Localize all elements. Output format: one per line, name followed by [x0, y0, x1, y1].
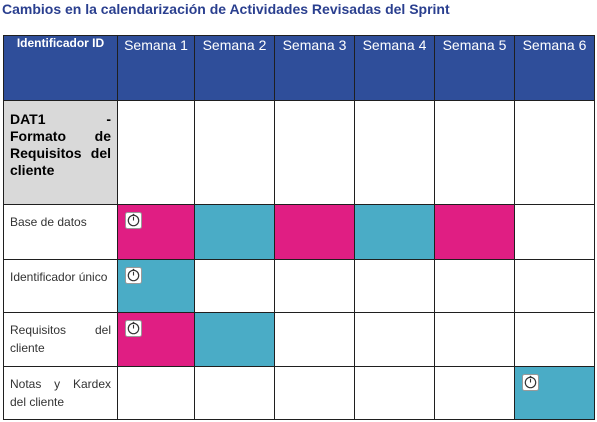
week-5-cell: [434, 259, 515, 313]
activity-row: Base de datos: [3, 204, 595, 260]
week-6-cell: [514, 366, 595, 420]
week-2-cell: [194, 312, 275, 367]
header-week-1: Semana 1: [117, 35, 195, 101]
activity-label: Requisitos del cliente: [3, 312, 118, 367]
week-1-cell: [117, 312, 195, 367]
header-week-2: Semana 2: [194, 35, 275, 101]
header-week-4: Semana 4: [354, 35, 435, 101]
section-empty-cell: [514, 100, 595, 205]
section-empty-cell: [194, 100, 275, 205]
week-5-cell: [434, 366, 515, 420]
week-3-cell: [274, 366, 355, 420]
week-3-cell: [274, 259, 355, 313]
page-title: Cambios en la calendarización de Activid…: [2, 1, 450, 17]
activity-row: Identificador único: [3, 259, 595, 313]
header-id: Identificador ID: [3, 35, 118, 101]
section-empty-cell: [434, 100, 515, 205]
section-empty-cell: [274, 100, 355, 205]
activity-row: Notas y Kardex del cliente: [3, 366, 595, 420]
schedule-table: Identificador ID Semana 1 Semana 2 Seman…: [3, 35, 595, 420]
week-5-cell: [434, 312, 515, 367]
week-3-cell: [274, 312, 355, 367]
week-4-cell: [354, 366, 435, 420]
section-label: DAT1 - Formato de Requisitos del cliente: [3, 100, 118, 205]
section-empty-cell: [117, 100, 195, 205]
activity-label: Identificador único: [3, 259, 118, 313]
week-6-cell: [514, 312, 595, 367]
header-row: Identificador ID Semana 1 Semana 2 Seman…: [3, 35, 595, 101]
clock-icon[interactable]: [522, 374, 539, 391]
week-1-cell: [117, 204, 195, 260]
week-1-cell: [117, 366, 195, 420]
page: Cambios en la calendarización de Activid…: [0, 0, 597, 422]
week-3-cell: [274, 204, 355, 260]
section-empty-cell: [354, 100, 435, 205]
week-5-cell: [434, 204, 515, 260]
week-2-cell: [194, 204, 275, 260]
header-week-3: Semana 3: [274, 35, 355, 101]
activity-label: Notas y Kardex del cliente: [3, 366, 118, 420]
week-4-cell: [354, 204, 435, 260]
activity-row: Requisitos del cliente: [3, 312, 595, 367]
activity-label: Base de datos: [3, 204, 118, 260]
header-week-5: Semana 5: [434, 35, 515, 101]
week-1-cell: [117, 259, 195, 313]
week-2-cell: [194, 259, 275, 313]
week-6-cell: [514, 259, 595, 313]
clock-icon[interactable]: [125, 267, 142, 284]
week-4-cell: [354, 312, 435, 367]
header-week-6: Semana 6: [514, 35, 595, 101]
clock-icon[interactable]: [125, 212, 142, 229]
section-row: DAT1 - Formato de Requisitos del cliente: [3, 100, 595, 205]
section-label-text: DAT1 - Formato de Requisitos del cliente: [10, 111, 111, 178]
week-4-cell: [354, 259, 435, 313]
week-6-cell: [514, 204, 595, 260]
week-2-cell: [194, 366, 275, 420]
clock-icon[interactable]: [125, 320, 142, 337]
